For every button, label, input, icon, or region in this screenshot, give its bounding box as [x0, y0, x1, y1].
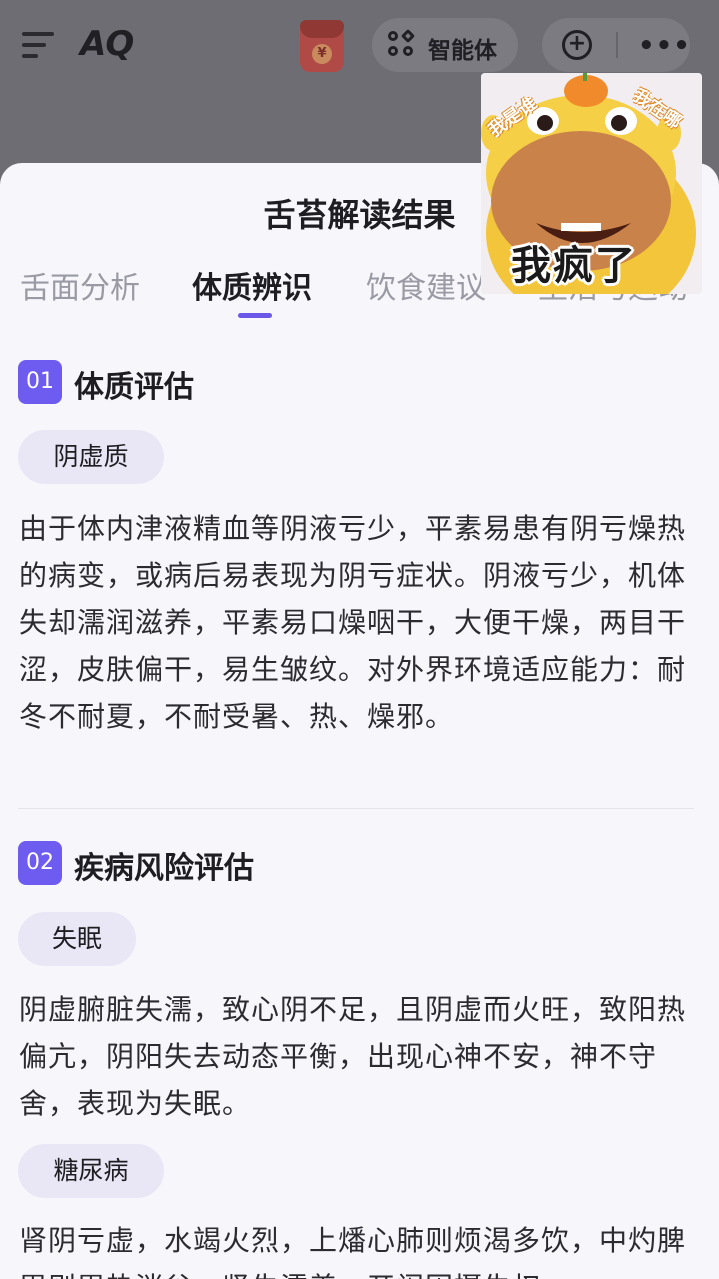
agent-button-label: 智能体 — [428, 38, 497, 64]
risk-insomnia-description: 阴虚腑脏失濡，致心阴不足，且阴虚而火旺，致阳热偏亢，阴阳失去动态平衡，出现心神不… — [19, 993, 687, 1120]
constitution-description: 由于体内津液精血等阴液亏少，平素易患有阴亏燥热的病变，或病后易表现为阴亏症状。阴… — [19, 512, 687, 733]
result-sheet: 舌苔解读结果 舌面分析 体质辨识 饮食建议 生活与运动 01 体质评估 阴虚质 … — [0, 163, 719, 1279]
agent-grid-icon — [388, 28, 416, 59]
agent-button[interactable]: 智能体 — [372, 18, 518, 72]
tab-constitution[interactable]: 体质辨识 — [192, 263, 312, 307]
section-number-badge: 01 — [18, 360, 62, 404]
section-title: 疾病风险评估 — [74, 851, 254, 886]
constitution-tag: 阴虚质 — [18, 430, 164, 484]
tab-diet-advice[interactable]: 饮食建议 — [366, 263, 486, 307]
active-tab-indicator — [238, 313, 272, 318]
divider — [616, 32, 618, 58]
section-divider — [18, 808, 694, 809]
header-actions: + ••• — [542, 18, 690, 72]
new-chat-icon[interactable]: + — [562, 30, 592, 60]
red-packet-icon[interactable]: ¥ — [300, 20, 344, 72]
section-title: 体质评估 — [74, 370, 194, 405]
app-logo: AQ — [80, 24, 134, 64]
section-number-badge: 02 — [18, 841, 62, 885]
yuan-coin-icon: ¥ — [312, 44, 332, 64]
meme-sticker-image: 我是谁 我在哪 我疯了 — [481, 73, 702, 294]
more-icon[interactable]: ••• — [638, 31, 691, 61]
risk-diabetes-description: 肾阴亏虚，水竭火烈，上燔心肺则烦渴多饮，中灼脾胃则胃热消谷，肾失濡养，开阖固摄失… — [19, 1224, 687, 1279]
risk-tag-insomnia: 失眠 — [18, 912, 136, 966]
tab-tongue-analysis[interactable]: 舌面分析 — [20, 263, 140, 307]
sticker-caption: 我疯了 — [511, 243, 637, 289]
menu-icon[interactable] — [22, 32, 54, 58]
risk-tag-diabetes: 糖尿病 — [18, 1144, 164, 1198]
